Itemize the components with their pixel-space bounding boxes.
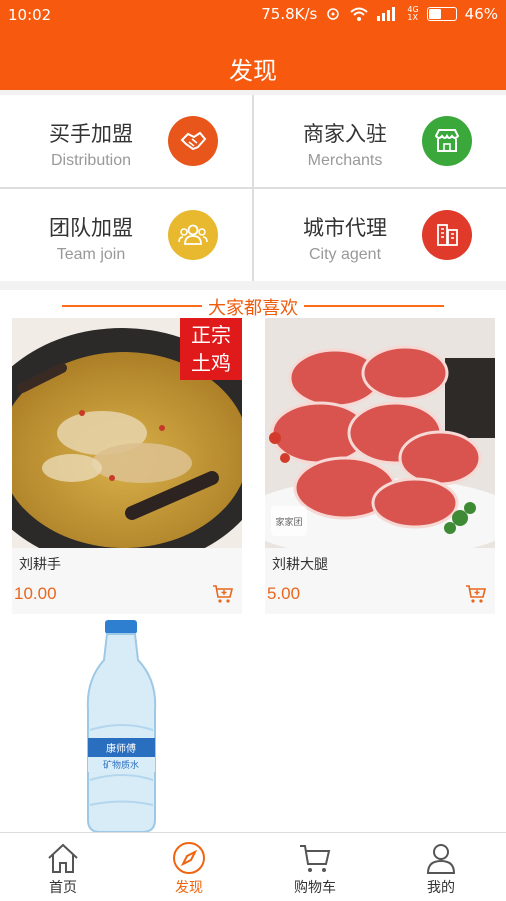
signal-icon (377, 7, 396, 21)
tab-home[interactable]: 首页 (0, 833, 126, 901)
compass-icon (173, 842, 205, 874)
network-type: 4G 1X (407, 5, 419, 22)
battery-level: 46% (464, 5, 498, 23)
bottom-tab-bar: 首页 发现 购物车 我的 (0, 832, 506, 901)
product-card-1[interactable]: 正宗 土鸡 刘耕手 10.00 (12, 318, 242, 614)
entry-city-agent[interactable]: 城市代理 City agent (254, 189, 506, 281)
sync-icon (327, 8, 340, 20)
tab-cart[interactable]: 购物车 (252, 833, 378, 901)
tab-label: 购物车 (294, 880, 336, 896)
tab-label: 我的 (427, 880, 455, 896)
product-image: 正宗 土鸡 (12, 318, 242, 548)
product-feed: 正宗 土鸡 刘耕手 10.00 家家团 刘耕大腿 5.00 康师傅 矿物质水 (0, 318, 506, 832)
team-icon (168, 210, 218, 260)
bottle-brand: 康师傅 (106, 742, 136, 755)
tab-profile[interactable]: 我的 (378, 833, 504, 901)
product-name: 刘耕大腿 (272, 557, 328, 573)
tab-discover[interactable]: 发现 (126, 833, 252, 901)
entry-title: 团队加盟 (49, 216, 133, 240)
badge-line-1: 正宗 (191, 323, 231, 347)
cart-icon (300, 845, 331, 872)
entry-grid: 买手加盟 Distribution 商家入驻 Merchants 团队加盟 Te… (0, 95, 506, 281)
handshake-icon (168, 116, 218, 166)
app-bar: 发现 (0, 30, 506, 90)
user-icon (426, 844, 456, 874)
watermark-text: 家家团 (275, 516, 302, 528)
wifi-icon (350, 7, 369, 21)
building-icon (422, 210, 472, 260)
status-time: 10:02 (8, 6, 52, 24)
entry-merchants[interactable]: 商家入驻 Merchants (254, 95, 506, 187)
battery-icon (426, 7, 457, 21)
status-indicators: 75.8K/s 4G 1X 46% (261, 5, 498, 23)
entry-title: 买手加盟 (49, 122, 133, 146)
product-price: 10.00 (14, 584, 57, 603)
bottle-label: 矿物质水 (103, 759, 139, 771)
entry-title: 商家入驻 (303, 122, 387, 146)
badge-line-2: 土鸡 (191, 351, 231, 375)
home-icon (48, 843, 78, 873)
entry-distribution[interactable]: 买手加盟 Distribution (0, 95, 252, 187)
add-to-cart-icon[interactable] (465, 583, 487, 605)
entry-subtitle: Team join (56, 246, 126, 263)
tab-label: 发现 (175, 880, 203, 896)
product-image: 康师傅 矿物质水 (12, 620, 242, 832)
product-price: 5.00 (267, 584, 301, 603)
entry-subtitle: Merchants (307, 152, 383, 169)
product-name: 刘耕手 (19, 557, 61, 573)
net-speed: 75.8K/s (261, 5, 318, 23)
tab-label: 首页 (49, 880, 77, 896)
product-card-2[interactable]: 家家团 刘耕大腿 5.00 (265, 318, 495, 614)
status-bar: 10:02 75.8K/s 4G 1X 46% (0, 0, 506, 30)
add-to-cart-icon[interactable] (212, 583, 234, 605)
product-image: 家家团 (265, 318, 495, 548)
section-title: 大家都喜欢 (208, 298, 298, 319)
entry-team-join[interactable]: 团队加盟 Team join (0, 189, 252, 281)
entry-title: 城市代理 (303, 216, 387, 240)
product-card-3[interactable]: 康师傅 矿物质水 (12, 620, 242, 832)
store-icon (422, 116, 472, 166)
entry-subtitle: Distribution (50, 152, 132, 169)
entry-subtitle: City agent (308, 246, 382, 263)
